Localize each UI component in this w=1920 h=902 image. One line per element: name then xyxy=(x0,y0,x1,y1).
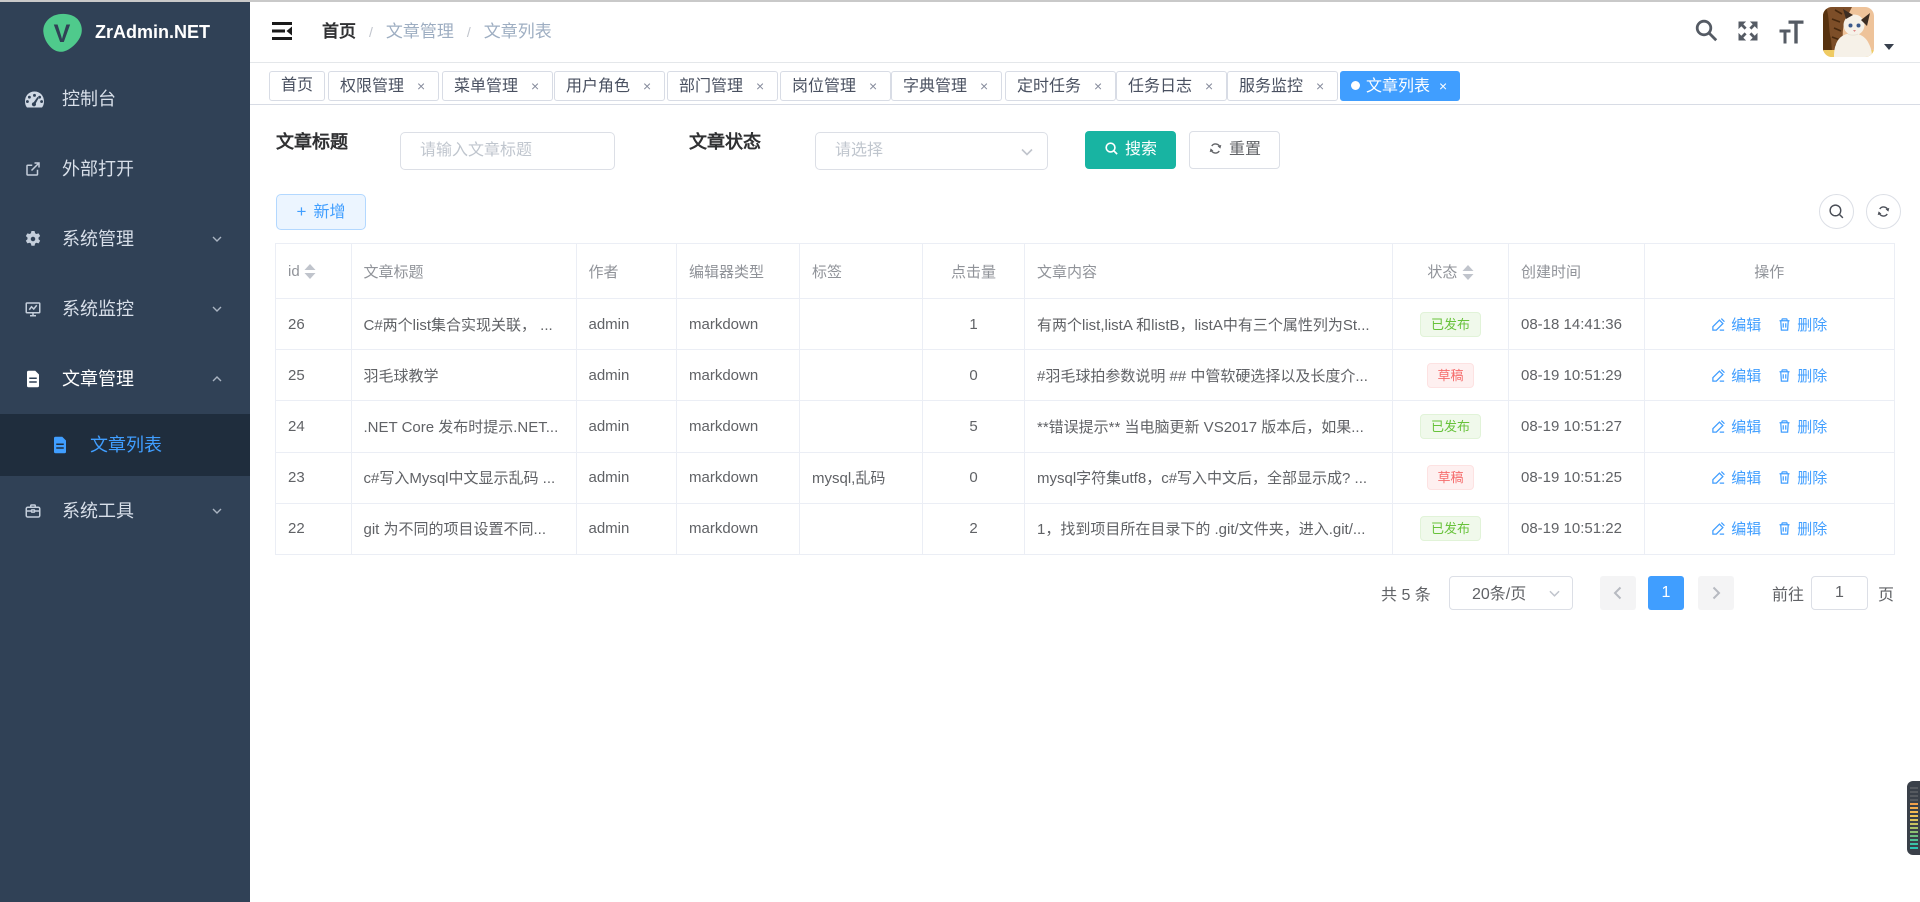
svg-text:V: V xyxy=(54,20,71,48)
